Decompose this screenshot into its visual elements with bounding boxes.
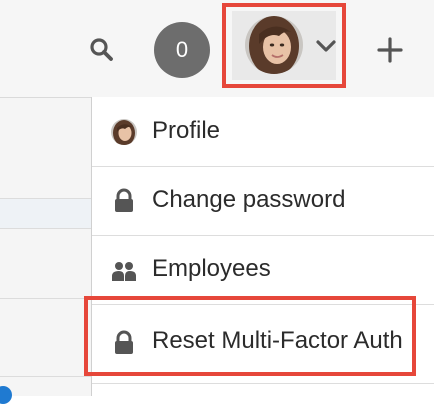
- add-button[interactable]: [375, 35, 405, 65]
- menu-item-profile[interactable]: Profile: [92, 97, 434, 167]
- menu-item-employees[interactable]: Employees: [92, 235, 434, 305]
- menu-item-label: Profile: [152, 117, 221, 144]
- background-selected-row: [0, 198, 92, 228]
- user-menu-button-bg: [232, 11, 336, 80]
- user-avatar: [245, 16, 303, 74]
- menu-item-label: Employees: [152, 255, 271, 282]
- row-divider: [0, 198, 92, 199]
- search-icon: [90, 38, 113, 61]
- user-dropdown-menu: Profile Change password Employees Reset …: [91, 97, 434, 396]
- background-status-dot: [0, 386, 12, 404]
- lock-icon: [115, 188, 133, 212]
- search-button[interactable]: [87, 35, 117, 65]
- people-icon: [112, 262, 136, 281]
- row-divider: [0, 228, 92, 229]
- user-menu-button[interactable]: [222, 3, 346, 88]
- top-header: 0: [0, 0, 434, 98]
- notification-count-badge[interactable]: 0: [154, 22, 210, 78]
- menu-item-reset-mfa[interactable]: Reset Multi-Factor Auth: [92, 304, 434, 384]
- menu-item-label: Change password: [152, 186, 346, 213]
- lock-icon: [115, 330, 133, 354]
- row-divider: [0, 298, 92, 299]
- plus-icon: [377, 37, 403, 63]
- profile-avatar-icon: [111, 119, 137, 145]
- background-list-panel: [0, 98, 92, 396]
- menu-item-change-password[interactable]: Change password: [92, 166, 434, 236]
- row-divider: [0, 376, 92, 377]
- chevron-down-icon: [316, 40, 336, 52]
- menu-item-label: Reset Multi-Factor Auth: [152, 327, 403, 354]
